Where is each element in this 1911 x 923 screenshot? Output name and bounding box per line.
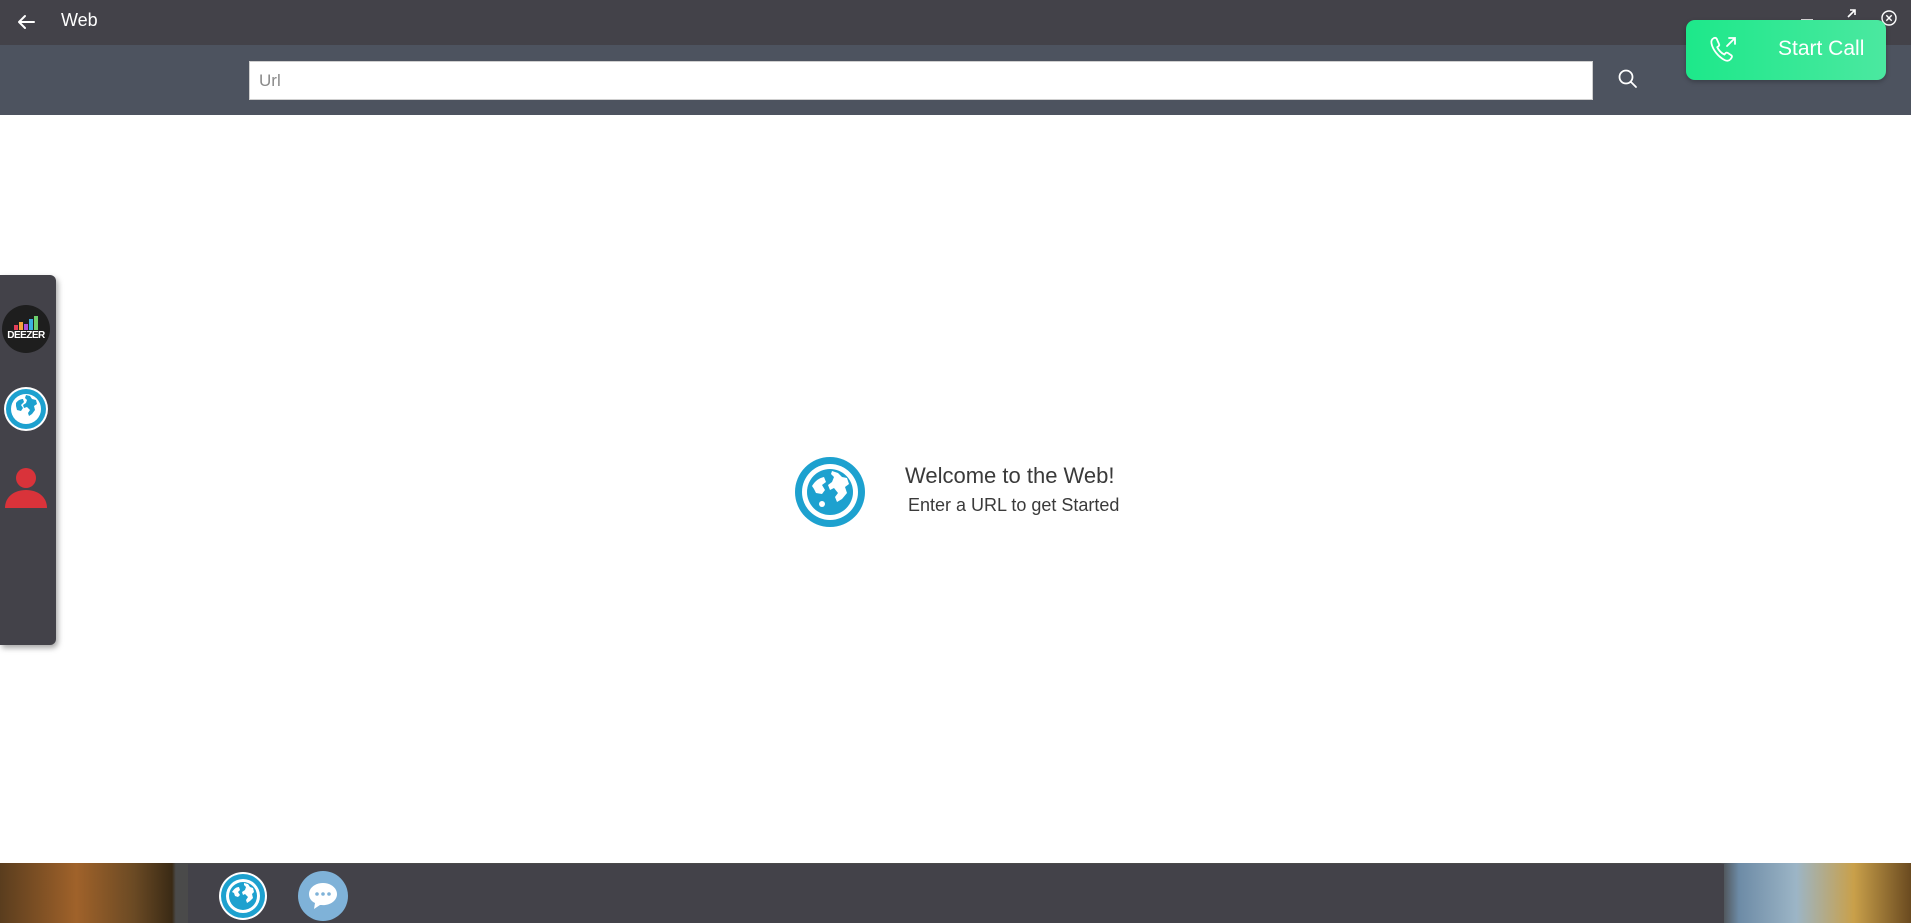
globe-icon bbox=[4, 387, 48, 431]
welcome-subtitle: Enter a URL to get Started bbox=[908, 495, 1120, 515]
dock-app-contacts[interactable] bbox=[2, 463, 50, 511]
back-arrow-icon[interactable] bbox=[14, 10, 38, 34]
url-bar bbox=[0, 45, 1911, 115]
dock-app-web[interactable] bbox=[2, 385, 50, 433]
taskbar-app-web[interactable] bbox=[218, 871, 268, 921]
title-bar: Web bbox=[0, 0, 1911, 45]
url-input[interactable] bbox=[249, 61, 1593, 100]
taskbar-app-chat[interactable] bbox=[298, 871, 348, 921]
person-icon bbox=[5, 468, 47, 508]
phone-outgoing-icon bbox=[1706, 33, 1740, 67]
app-title: Web bbox=[61, 10, 98, 30]
welcome-title: Welcome to the Web! bbox=[905, 463, 1115, 488]
taskbar bbox=[188, 864, 1724, 923]
side-dock: DEEZER bbox=[0, 275, 56, 645]
start-call-label: Start Call bbox=[1778, 37, 1865, 60]
globe-icon bbox=[795, 457, 865, 527]
chat-bubble-icon bbox=[298, 871, 348, 921]
start-call-button[interactable]: Start Call bbox=[1686, 20, 1886, 80]
globe-icon bbox=[219, 872, 267, 920]
search-icon[interactable] bbox=[1616, 67, 1640, 91]
deezer-icon bbox=[14, 316, 38, 330]
dock-app-deezer[interactable]: DEEZER bbox=[2, 305, 50, 353]
deezer-label: DEEZER bbox=[7, 330, 45, 341]
